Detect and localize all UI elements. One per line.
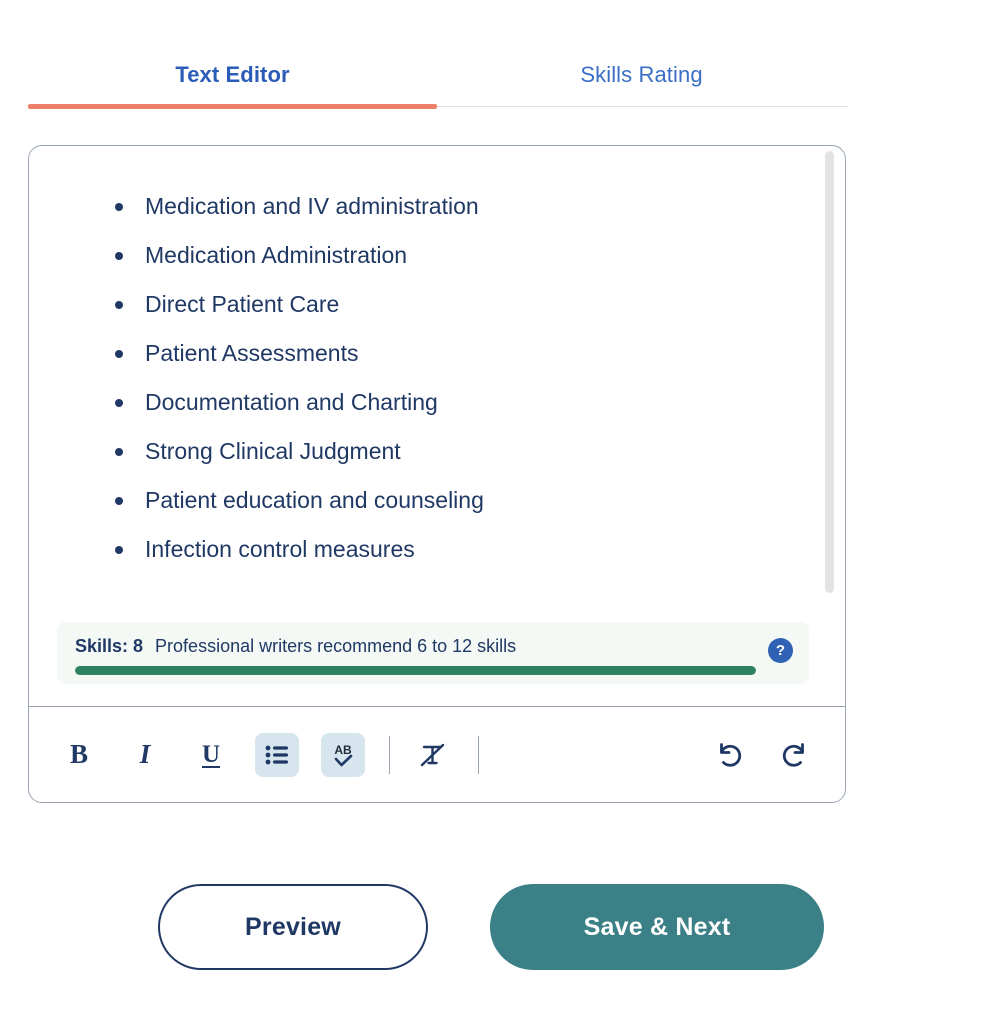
tab-text-editor[interactable]: Text Editor <box>28 46 437 104</box>
skill-text: Patient Assessments <box>145 340 359 366</box>
tab-bar: Text Editor Skills Rating <box>28 46 848 114</box>
help-icon[interactable]: ? <box>768 638 793 663</box>
tab-active-underline <box>28 104 437 109</box>
editor-scrollbar[interactable] <box>825 151 834 699</box>
skill-text: Direct Patient Care <box>145 291 340 317</box>
save-and-next-button[interactable]: Save & Next <box>490 884 824 970</box>
list-item[interactable]: Patient Assessments <box>29 329 845 378</box>
bullet-icon <box>115 252 123 260</box>
bold-glyph: B <box>69 739 88 769</box>
skill-text: Medication Administration <box>145 242 408 268</box>
toolbar-divider <box>389 735 390 774</box>
action-buttons: Preview Save & Next <box>0 884 982 970</box>
skills-progress-track <box>75 666 756 675</box>
bullet-icon <box>115 546 123 554</box>
bullet-icon <box>115 301 123 309</box>
bold-icon[interactable]: B <box>57 733 101 777</box>
undo-icon[interactable] <box>707 733 751 777</box>
toolbar-divider <box>478 735 479 774</box>
bullet-icon <box>115 399 123 407</box>
skills-count-label: Skills: 8 <box>75 635 144 656</box>
list-item[interactable]: Direct Patient Care <box>29 280 845 329</box>
underline-icon[interactable]: U <box>189 733 233 777</box>
editor-content-area[interactable]: Medication and IV administration Medicat… <box>29 146 845 706</box>
skills-hint-text: Professional writers recommend 6 to 12 s… <box>155 635 517 656</box>
app-root: Text Editor Skills Rating Medication and… <box>0 0 982 1024</box>
bullet-icon <box>115 203 123 211</box>
tabs-row: Text Editor Skills Rating <box>28 46 848 104</box>
tab-skills-rating[interactable]: Skills Rating <box>437 46 846 104</box>
preview-button[interactable]: Preview <box>158 884 428 970</box>
skill-text: Documentation and Charting <box>145 389 438 415</box>
editor-toolbar: B I U AB <box>29 706 845 802</box>
skill-text: Patient education and counseling <box>145 487 484 513</box>
list-item[interactable]: Medication and IV administration <box>29 182 845 231</box>
skills-meter: Skills: 8 Professional writers recommend… <box>57 622 809 684</box>
tab-inactive-underline <box>437 106 848 107</box>
list-item[interactable]: Documentation and Charting <box>29 378 845 427</box>
spellcheck-icon[interactable]: AB <box>321 732 365 777</box>
clear-formatting-icon[interactable] <box>410 733 454 777</box>
scrollbar-thumb[interactable] <box>825 151 834 593</box>
bullet-list-icon[interactable] <box>255 732 299 777</box>
skill-text: Strong Clinical Judgment <box>145 438 401 464</box>
skills-list[interactable]: Medication and IV administration Medicat… <box>29 146 845 574</box>
bullet-icon <box>115 497 123 505</box>
bullet-icon <box>115 350 123 358</box>
svg-text:AB: AB <box>334 743 352 757</box>
underline-glyph: U <box>201 740 221 768</box>
italic-icon[interactable]: I <box>123 733 167 777</box>
tab-underline-group <box>28 104 848 110</box>
skills-meter-row: Skills: 8 Professional writers recommend… <box>75 632 791 660</box>
list-item[interactable]: Strong Clinical Judgment <box>29 427 845 476</box>
skill-text: Infection control measures <box>145 536 415 562</box>
text-editor-panel[interactable]: Medication and IV administration Medicat… <box>28 145 846 803</box>
list-item[interactable]: Infection control measures <box>29 525 845 574</box>
redo-icon[interactable] <box>773 733 817 777</box>
list-item[interactable]: Patient education and counseling <box>29 476 845 525</box>
skills-progress-fill <box>75 666 756 675</box>
list-item[interactable]: Medication Administration <box>29 231 845 280</box>
bullet-icon <box>115 448 123 456</box>
skill-text: Medication and IV administration <box>145 193 479 219</box>
italic-glyph: I <box>139 739 151 769</box>
